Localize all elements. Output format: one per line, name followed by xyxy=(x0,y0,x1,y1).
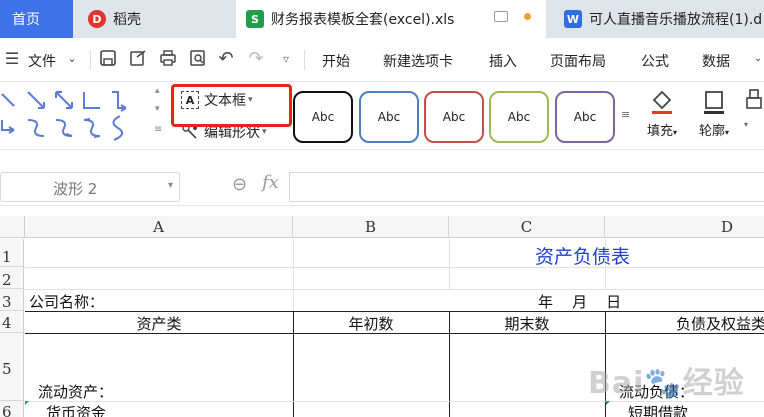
tab-daoke-label: 稻壳 xyxy=(113,12,141,28)
row-header-6[interactable]: 6 xyxy=(0,401,24,417)
menu-insert[interactable]: 插入 xyxy=(489,51,517,71)
tab-excel-label: 财务报表模板全套(excel).xls xyxy=(271,12,455,28)
curved-double-arrow-icon xyxy=(83,119,101,137)
header-liabilities-cell[interactable]: 负债及权益类 xyxy=(676,313,764,334)
redo-icon[interactable]: ↷ xyxy=(246,49,266,69)
shape-style-sample: Abc xyxy=(311,110,335,124)
shape-style-sample: Abc xyxy=(442,110,466,124)
menu-data[interactable]: 数据 xyxy=(702,51,730,71)
export-icon[interactable] xyxy=(128,49,148,69)
unsaved-dot-icon xyxy=(524,13,531,20)
shape-style-sample: Abc xyxy=(507,110,531,124)
word-file-icon: W xyxy=(564,10,582,28)
outline-icon xyxy=(704,91,724,114)
spreadsheet-file-icon: S xyxy=(246,10,264,28)
curved-connector-icon xyxy=(27,119,45,137)
menu-formula[interactable]: 公式 xyxy=(641,51,669,71)
fx-icon[interactable]: fx xyxy=(262,172,279,193)
curved-arrow-icon xyxy=(55,119,73,137)
zoom-icon[interactable]: ⊖ xyxy=(232,174,247,195)
column-header-c[interactable]: C xyxy=(449,216,605,238)
brush-icon xyxy=(746,89,762,109)
company-name-cell[interactable]: 公司名称： xyxy=(29,291,104,312)
tab-word-document[interactable]: W 可人直播音乐播放流程(1).d xyxy=(556,0,764,38)
row-header-2[interactable]: 2 xyxy=(0,267,24,289)
tab-bar: 首页 D 稻壳 S 财务报表模板全套(excel).xls W 可人直播音乐播放… xyxy=(0,0,764,38)
style-gallery-expand-icon[interactable]: ≡ xyxy=(621,108,630,121)
fill-button[interactable]: 填充▾ xyxy=(642,88,682,139)
shape-style-sample: Abc xyxy=(573,110,597,124)
chevron-down-icon[interactable]: ⌄ xyxy=(752,49,764,69)
daoke-logo-icon: D xyxy=(88,10,106,28)
fill-bucket-icon xyxy=(652,90,672,114)
short-loan-cell[interactable]: 短期借款 xyxy=(628,402,688,417)
row-header-3[interactable]: 3 xyxy=(0,289,24,311)
save-icon[interactable] xyxy=(98,49,118,69)
gallery-scroll-up-icon[interactable]: ▴ xyxy=(155,86,160,96)
undo-icon[interactable]: ↶ xyxy=(216,49,236,69)
file-menu[interactable]: 文件 xyxy=(28,51,56,71)
column-header-b[interactable]: B xyxy=(293,216,449,238)
fill-label: 填充 xyxy=(646,124,673,139)
baidu-jingyan-watermark: Bai🐾经验 xyxy=(588,366,745,401)
outline-label: 轮廓 xyxy=(698,124,725,139)
print-preview-icon[interactable] xyxy=(188,49,208,69)
outline-button[interactable]: 轮廓▾ xyxy=(692,88,736,139)
formula-bar: 波形 2 ▾ ⊖ fx xyxy=(0,150,764,206)
menu-bar: ☰ 文件 ⌄ ↶ ↷ ▿ 开始 新建选项卡 插入 页面布局 公式 数据 ⌄ xyxy=(0,38,764,82)
freeform-curve-icon xyxy=(112,115,124,141)
chevron-down-icon: ▾ xyxy=(262,127,267,137)
shape-style-purple[interactable]: Abc xyxy=(555,91,615,143)
menu-new-tab[interactable]: 新建选项卡 xyxy=(383,51,453,71)
row-header-1[interactable]: 1 xyxy=(0,239,24,267)
column-header-a[interactable]: A xyxy=(25,216,293,238)
tab-home-label: 首页 xyxy=(12,12,40,28)
menu-start[interactable]: 开始 xyxy=(322,51,350,71)
chevron-down-icon[interactable]: ⌄ xyxy=(62,49,82,69)
tab-home[interactable]: 首页 xyxy=(0,0,73,38)
header-assets-cell[interactable]: 资产类 xyxy=(25,313,293,334)
name-box[interactable]: 波形 2 ▾ xyxy=(0,172,180,202)
date-cell[interactable]: 年 月 日 xyxy=(538,291,621,312)
name-box-value: 波形 2 xyxy=(53,180,98,198)
monitor-icon[interactable] xyxy=(494,11,508,22)
line-shape-icon xyxy=(1,93,15,107)
shape-style-black[interactable]: Abc xyxy=(293,91,353,143)
shape-effect-button[interactable]: ▾ xyxy=(744,88,764,129)
elbow-connector-icon xyxy=(83,92,100,109)
ribbon-drawing-tools: ▴ ▾ ≡ A 文本框 ▾ 编辑形状 ▾ Abc Abc Abc Abc Abc… xyxy=(0,82,764,150)
quick-access-dropdown-icon[interactable]: ▿ xyxy=(276,49,296,69)
print-icon[interactable] xyxy=(158,49,178,69)
current-assets-cell[interactable]: 流动资产： xyxy=(38,381,113,402)
cell-note-marker xyxy=(25,401,29,405)
formula-input[interactable] xyxy=(289,172,764,202)
tab-daoke[interactable]: D 稻壳 xyxy=(74,0,234,38)
hamburger-menu-icon[interactable]: ☰ xyxy=(2,49,22,69)
column-header-d[interactable]: D xyxy=(605,216,764,238)
row-header-4[interactable]: 4 xyxy=(0,311,24,333)
textbox-highlight-box xyxy=(171,84,292,127)
cash-cell[interactable]: 货币资金 xyxy=(46,402,106,417)
connector-shapes-gallery[interactable] xyxy=(0,86,150,146)
tab-excel-document[interactable]: S 财务报表模板全套(excel).xls xyxy=(236,0,546,38)
shape-style-sample: Abc xyxy=(377,110,401,124)
menu-page-layout[interactable]: 页面布局 xyxy=(550,51,606,71)
row-header-5[interactable]: 5 xyxy=(0,333,24,401)
gallery-scroll-down-icon[interactable]: ▾ xyxy=(155,104,160,114)
arrow-shape-icon xyxy=(27,91,45,109)
select-all-corner[interactable] xyxy=(0,216,25,238)
gallery-expand-icon[interactable]: ≡ xyxy=(154,124,162,135)
header-opening-cell[interactable]: 年初数 xyxy=(293,313,449,334)
header-closing-cell[interactable]: 期末数 xyxy=(449,313,605,334)
shape-style-green[interactable]: Abc xyxy=(489,91,549,143)
double-arrow-shape-icon xyxy=(55,91,73,109)
shape-style-blue[interactable]: Abc xyxy=(359,91,419,143)
chevron-down-icon[interactable]: ▾ xyxy=(168,180,173,191)
tab-word-label: 可人直播音乐播放流程(1).d xyxy=(589,12,763,28)
shape-style-red[interactable]: Abc xyxy=(424,91,484,143)
sheet-title-cell[interactable]: 资产负债表 xyxy=(535,242,630,269)
